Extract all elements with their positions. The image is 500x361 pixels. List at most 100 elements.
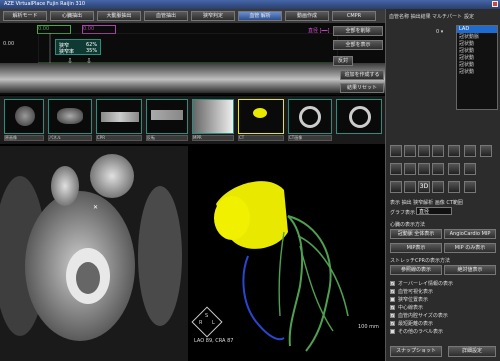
angio-button[interactable]: 冠動脈 全体表示 [390,229,442,239]
menu-tab-vessel[interactable]: 血管抽出 [144,11,188,21]
cube-right-label: L [212,320,215,326]
thumb-label-6: CT画像 [288,135,332,141]
vessel-icon[interactable] [418,145,430,157]
ct-vessel [51,166,79,206]
create-button[interactable]: 追加を作成する [340,70,384,80]
thumbnail-4[interactable] [192,99,234,134]
option-checkbox[interactable]: ✓ [390,321,395,326]
profile-graph: 0.00 直径 [━━] 0.00 0.00 狭窄 62% 狭窄率 35% ⇩ … [0,23,385,95]
cpr-strip[interactable] [0,63,385,93]
cube-left-label: R [199,320,203,326]
thumbnail-7[interactable] [336,99,382,134]
show-all-button[interactable]: 全部を表示 [333,40,383,50]
reference-button[interactable]: 参照線の表示 [390,265,442,275]
menu-tab-cmpr[interactable]: CMPR [332,11,376,21]
camera-icon[interactable] [432,145,444,157]
rotate-3d-icon[interactable] [432,181,444,193]
option-label: 中心線表示 [398,305,424,311]
grid-icon[interactable] [404,181,416,193]
menu-tab-mode[interactable]: 解析モード [3,11,47,21]
graph-select[interactable]: 直径 [416,207,452,215]
menu-tab-heart[interactable]: 心臓抽出 [50,11,94,21]
option-checkbox[interactable]: ✓ [390,289,395,294]
rotate-icon[interactable] [390,163,402,175]
option-checkbox[interactable] [390,329,395,334]
pan-icon[interactable] [404,163,416,175]
option-label: その他のラベル表示 [398,329,444,335]
mip-button[interactable]: MIP表示 [390,243,442,253]
view-3d[interactable]: S R L LAO 89, CRA 87 100 mm [188,146,385,361]
ct-view[interactable]: ✕ [0,146,188,361]
measure-icon[interactable] [464,163,476,175]
snapshot-button[interactable]: スナップショット [390,346,442,357]
delete-all-button[interactable]: 全部を削除 [333,26,383,36]
vessel-list-item[interactable]: 冠状動 [457,40,497,47]
graph-y-label: 0.00 [3,41,15,47]
display-tabs[interactable]: 表示 抽出 狭窄解析 画像 CT範囲 [390,199,463,206]
graph-label: グラフ表示 [390,210,416,216]
contrast-icon[interactable] [432,163,444,175]
stretch-label: ストレッチCPRの表示方法 [390,258,450,264]
vessel-green-5 [278,231,285,317]
vessel-list-item[interactable]: 冠状動 [457,61,497,68]
vessel-panel: 血管名称 抽出結果 マルチパート 設定 LAD 冠状動脈 冠状動 冠状動 冠状動… [385,9,500,141]
thumbnail-0[interactable] [4,99,44,134]
vessel-blue [242,255,285,341]
mip-only-button[interactable]: MIP のみ表示 [444,243,496,253]
menu-tab-movie[interactable]: 動画作成 [285,11,329,21]
vessel-3d-icon[interactable] [464,181,476,193]
toggle-icon[interactable] [464,145,476,157]
ct-aorta [90,154,134,198]
ct-right [138,186,182,326]
reset-icon[interactable] [448,163,460,175]
vessel-list-item[interactable]: 冠状動 [457,47,497,54]
3d-icon[interactable]: 3D [418,181,430,193]
option-checkbox[interactable] [390,297,395,302]
thumbnail-3[interactable] [146,99,188,134]
option-label: 最短距離の表示 [398,321,434,327]
option-checkbox[interactable]: ✓ [390,305,395,310]
thumbnail-1[interactable] [48,99,92,134]
thumb-label-1: パネル [48,135,92,141]
zoom-icon[interactable] [418,163,430,175]
vessel-3d-render [214,181,349,352]
detail-settings-button[interactable]: 詳細設定 [448,346,496,357]
thumb-label-4: MPR [192,135,234,141]
settings-label[interactable]: 設定 [464,13,474,20]
heart-icon[interactable] [404,145,416,157]
layout-icon[interactable] [390,181,402,193]
vessel-list-item[interactable]: 冠状動 [457,68,497,75]
menu-tab-stenosis[interactable]: 狭窄判定 [191,11,235,21]
menu-tab-aorta[interactable]: 大動脈抽出 [97,11,141,21]
stats-popup: 狭窄 62% 狭窄率 35% [55,39,101,55]
gear-icon[interactable] [390,145,402,157]
vessel-green-1 [287,215,304,347]
reset-button[interactable]: 結果リセット [340,83,384,93]
option-checkbox[interactable]: ✓ [390,281,395,286]
close-icon[interactable] [492,1,498,7]
vessel-list-item[interactable]: 冠状動脈 [457,33,497,40]
view-icon[interactable] [480,145,492,157]
reverse-button[interactable]: 反対 [333,56,353,66]
cardio-mip-button[interactable]: AngioCardio MIP [444,229,496,239]
menu-bar: 解析モード 心臓抽出 大動脈抽出 血管抽出 狭窄判定 血管 解析 動画作成 CM… [0,9,385,23]
control-panel: 3D 表示 抽出 狭窄解析 画像 CT範囲 グラフ表示 直径 心臓の表示方法 冠… [385,141,500,361]
heart-3d-icon[interactable] [448,181,460,193]
thumbnail-2[interactable] [96,99,142,134]
thumb-label-5: CT [238,135,284,141]
stat-label-2: 狭窄率 [59,49,75,55]
cube-top-label: S [205,313,209,319]
vessel-list[interactable]: LAD 冠状動脈 冠状動 冠状動 冠状動 冠状動 冠状動 [456,25,498,110]
vessel-list-item[interactable]: 冠状動 [457,54,497,61]
absolute-button[interactable]: 絶対値表示 [444,265,496,275]
vessel-list-item[interactable]: LAD [457,26,497,33]
menu-tab-analysis[interactable]: 血管 解析 [238,11,282,21]
heart-label: 心臓の表示方法 [390,222,426,228]
thumbnail-5[interactable] [238,99,284,134]
option-label: オーバーレイ情報の表示 [398,281,453,287]
option-label: 血管内腔サイズの表示 [398,313,448,319]
settings-icon[interactable] [448,145,460,157]
thumbnail-6[interactable] [288,99,332,134]
vessel-number[interactable]: 0 ▾ [436,29,443,35]
option-checkbox[interactable]: ✓ [390,313,395,318]
